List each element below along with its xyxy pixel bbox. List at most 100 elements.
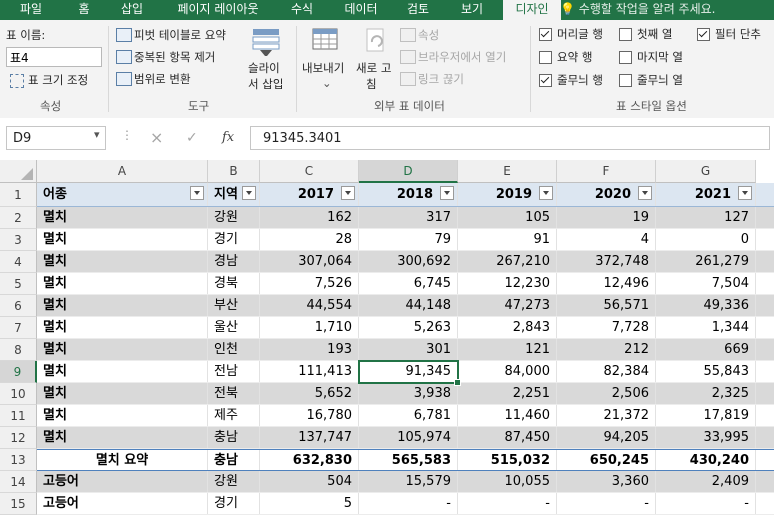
cell-b9[interactable]: 전남 [208, 361, 260, 382]
cell-d8[interactable]: 301 [359, 339, 458, 360]
cell-b14[interactable]: 강원 [208, 471, 260, 492]
cell-e11[interactable]: 11,460 [458, 405, 557, 426]
name-box[interactable]: D9 [6, 126, 106, 150]
cell-e6[interactable]: 47,273 [458, 295, 557, 316]
cell-a15[interactable]: 고등어 [37, 493, 208, 514]
cell-e3[interactable]: 91 [458, 229, 557, 250]
cell-c13[interactable]: 632,830 [260, 450, 359, 470]
unlink-button[interactable]: 링크 끊기 [418, 71, 464, 87]
tab-data[interactable]: 데이터 [334, 0, 388, 20]
cell-g2[interactable]: 127 [656, 207, 756, 228]
column-title-cell[interactable]: 2019 [458, 183, 557, 206]
cell-e13[interactable]: 515,032 [458, 450, 557, 470]
cell-g15[interactable]: - [656, 493, 756, 514]
cell-b2[interactable]: 강원 [208, 207, 260, 228]
cell-c4[interactable]: 307,064 [260, 251, 359, 272]
enter-icon[interactable]: ✓ [186, 129, 198, 147]
cell-d6[interactable]: 44,148 [359, 295, 458, 316]
cell-g6[interactable]: 49,336 [656, 295, 756, 316]
row-header-14[interactable]: 14 [0, 471, 37, 493]
cell-a3[interactable]: 멸치 [37, 229, 208, 250]
row-header-5[interactable]: 5 [0, 273, 37, 295]
cell-d11[interactable]: 6,781 [359, 405, 458, 426]
row-header-1[interactable]: 1 [0, 183, 37, 207]
header-row-checkbox[interactable] [539, 28, 552, 41]
properties-button[interactable]: 속성 [418, 27, 439, 43]
cell-c9[interactable]: 111,413 [260, 361, 359, 382]
cell-g7[interactable]: 1,344 [656, 317, 756, 338]
row-header-13[interactable]: 13 [0, 449, 37, 471]
row-header-8[interactable]: 8 [0, 339, 37, 361]
cell-d5[interactable]: 6,745 [359, 273, 458, 294]
filter-dropdown-icon[interactable] [440, 186, 454, 200]
column-title-cell[interactable]: 2020 [557, 183, 656, 206]
refresh-button-line2[interactable]: 침 [366, 76, 377, 92]
cell-b4[interactable]: 경남 [208, 251, 260, 272]
cell-b8[interactable]: 인천 [208, 339, 260, 360]
filter-dropdown-icon[interactable] [341, 186, 355, 200]
filter-dropdown-icon[interactable] [738, 186, 752, 200]
tab-page-layout[interactable]: 페이지 레이아웃 [162, 0, 274, 20]
cell-e2[interactable]: 105 [458, 207, 557, 228]
row-header-15[interactable]: 15 [0, 493, 37, 515]
cell-f8[interactable]: 212 [557, 339, 656, 360]
cell-c7[interactable]: 1,710 [260, 317, 359, 338]
first-column-checkbox[interactable] [619, 28, 632, 41]
cell-a9[interactable]: 멸치 [37, 361, 208, 382]
summarize-pivot-button[interactable]: 피벗 테이블로 요약 [134, 27, 226, 43]
column-header-a[interactable]: A [37, 160, 208, 183]
cell-a10[interactable]: 멸치 [37, 383, 208, 404]
cell-d4[interactable]: 300,692 [359, 251, 458, 272]
filter-dropdown-icon[interactable] [190, 186, 204, 200]
cell-a8[interactable]: 멸치 [37, 339, 208, 360]
column-header-e[interactable]: E [458, 160, 557, 183]
filter-dropdown-icon[interactable] [539, 186, 553, 200]
filter-button-checkbox[interactable] [697, 28, 710, 41]
cell-e14[interactable]: 10,055 [458, 471, 557, 492]
resize-table-button[interactable]: 표 크기 조정 [28, 72, 88, 88]
cell-e12[interactable]: 87,450 [458, 427, 557, 448]
cell-c15[interactable]: 5 [260, 493, 359, 514]
cell-b15[interactable]: 경기 [208, 493, 260, 514]
cell-d2[interactable]: 317 [359, 207, 458, 228]
column-header-b[interactable]: B [208, 160, 260, 183]
cell-f5[interactable]: 12,496 [557, 273, 656, 294]
cell-a4[interactable]: 멸치 [37, 251, 208, 272]
cell-d15[interactable]: - [359, 493, 458, 514]
cell-g9[interactable]: 55,843 [656, 361, 756, 382]
row-header-6[interactable]: 6 [0, 295, 37, 317]
tab-review[interactable]: 검토 [396, 0, 440, 20]
row-header-7[interactable]: 7 [0, 317, 37, 339]
cell-f13[interactable]: 650,245 [557, 450, 656, 470]
cell-g13[interactable]: 430,240 [656, 450, 756, 470]
cell-g11[interactable]: 17,819 [656, 405, 756, 426]
row-header-3[interactable]: 3 [0, 229, 37, 251]
tab-design[interactable]: 디자인 [503, 0, 561, 20]
export-button[interactable]: 내보내기 [302, 60, 344, 76]
convert-range-button[interactable]: 범위로 변환 [134, 71, 191, 87]
cell-f4[interactable]: 372,748 [557, 251, 656, 272]
column-title-cell[interactable]: 어종 [37, 183, 208, 206]
tell-me-box[interactable]: 💡 수행할 작업을 알려 주세요. [560, 0, 715, 20]
total-row-checkbox[interactable] [539, 51, 552, 64]
cell-f7[interactable]: 7,728 [557, 317, 656, 338]
cell-c3[interactable]: 28 [260, 229, 359, 250]
select-all-corner[interactable] [0, 160, 37, 183]
formula-input[interactable]: 91345.3401 [250, 126, 770, 150]
insert-function-icon[interactable]: fx [222, 129, 234, 147]
cancel-icon[interactable]: × [150, 129, 163, 147]
cell-a11[interactable]: 멸치 [37, 405, 208, 426]
filter-dropdown-icon[interactable] [242, 186, 256, 200]
cell-f15[interactable]: - [557, 493, 656, 514]
remove-duplicates-button[interactable]: 중복된 항목 제거 [134, 49, 215, 65]
cell-g3[interactable]: 0 [656, 229, 756, 250]
cell-a5[interactable]: 멸치 [37, 273, 208, 294]
cell-c8[interactable]: 193 [260, 339, 359, 360]
banded-rows-checkbox[interactable] [539, 74, 552, 87]
cell-d12[interactable]: 105,974 [359, 427, 458, 448]
table-name-input[interactable]: 표4 [6, 47, 102, 67]
column-title-cell[interactable]: 2021 [656, 183, 756, 206]
cell-d9[interactable]: 91,345 [359, 361, 458, 382]
cell-d14[interactable]: 15,579 [359, 471, 458, 492]
cell-c6[interactable]: 44,554 [260, 295, 359, 316]
